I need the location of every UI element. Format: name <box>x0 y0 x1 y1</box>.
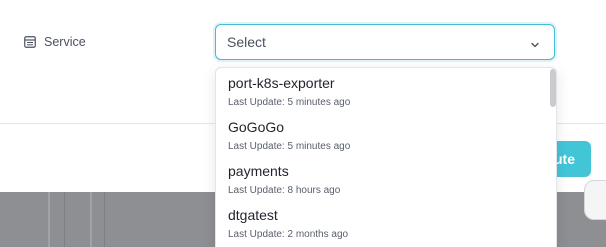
service-field-label: Service <box>24 34 86 50</box>
table-icon <box>24 36 36 48</box>
option-name: port-k8s-exporter <box>228 75 335 91</box>
dropdown-option[interactable]: payments Last Update: 8 hours ago <box>216 156 546 200</box>
background-divider <box>104 192 105 247</box>
background-divider <box>90 192 92 247</box>
option-name: GoGoGo <box>228 119 285 135</box>
dropdown-option[interactable]: GoGoGo Last Update: 5 minutes ago <box>216 112 546 156</box>
chevron-down-icon <box>530 37 540 55</box>
option-last-update: Last Update: 2 months ago <box>228 229 349 240</box>
background-divider <box>48 192 50 247</box>
option-name: payments <box>228 163 289 179</box>
option-last-update: Last Update: 5 minutes ago <box>228 97 351 108</box>
dropdown-scrollbar[interactable] <box>550 69 556 107</box>
service-label-text: Service <box>44 35 86 49</box>
background-card <box>584 180 606 220</box>
dropdown-option[interactable]: dtgatest Last Update: 2 months ago <box>216 200 546 244</box>
dropdown-option[interactable]: port-k8s-exporter Last Update: 5 minutes… <box>216 68 546 112</box>
service-dropdown: port-k8s-exporter Last Update: 5 minutes… <box>215 67 557 247</box>
option-name: dtgatest <box>228 207 278 223</box>
service-select[interactable]: Select <box>215 24 555 60</box>
select-placeholder: Select <box>227 34 266 50</box>
background-divider <box>64 192 65 247</box>
option-last-update: Last Update: 8 hours ago <box>228 185 341 196</box>
option-last-update: Last Update: 5 minutes ago <box>228 141 351 152</box>
